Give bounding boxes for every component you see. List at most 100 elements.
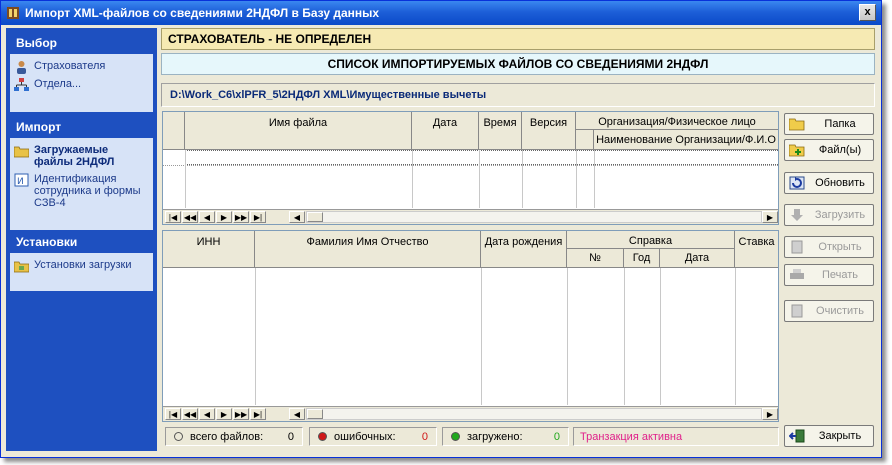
status-label: всего файлов: [190,431,264,443]
nav-first-button[interactable]: |◀ [165,408,181,420]
scroll-right-button[interactable]: ▶ [762,211,778,223]
button-label: Закрыть [818,430,862,442]
org-chart-icon [14,78,29,91]
printer-icon [790,269,804,279]
column-header-filename[interactable]: Имя файла [185,112,412,149]
nav-prev-page-button[interactable]: ◀◀ [182,408,198,420]
sidebar: Выбор Страхователя Отдела... Импорт Загр… [6,28,157,451]
neutral-dot-icon [174,432,183,441]
button-label: Папка [824,118,856,130]
load-button[interactable]: Загрузить [784,204,874,226]
button-label: Обновить [815,177,865,189]
column-header-birth-date[interactable]: Дата рождения [481,231,567,267]
folder-open-icon [789,118,805,131]
column-header-time[interactable]: Время [479,112,522,149]
sidebar-item-department[interactable]: Отдела... [10,76,153,94]
sidebar-item-files[interactable]: Загружаемые файлы 2НДФЛ [10,142,153,171]
files-grid[interactable]: Имя файла Дата Время Версия Организация/… [162,111,779,225]
row-indicator-header [163,112,185,149]
main-window: Импорт XML-файлов со сведениями 2НДФЛ в … [0,0,882,458]
horizontal-scrollbar[interactable] [306,408,762,420]
column-header-date[interactable]: Дата [412,112,479,149]
column-header-year[interactable]: Год [624,249,660,267]
column-header-spravka[interactable]: Справка [567,231,735,249]
transaction-text: Транзакция активна [580,431,683,443]
settings-folder-icon [14,261,29,273]
sidebar-item-label: Установки загрузки [34,259,132,271]
people-navigator: |◀ ◀◀ ◀ ▶ ▶▶ ▶| ◀ ▶ [163,406,778,421]
button-label: Загрузить [814,209,866,221]
status-label: загружено: [467,431,523,443]
people-grid[interactable]: ИНН Фамилия Имя Отчество Дата рождения С… [162,230,779,422]
button-label: Файл(ы) [818,144,862,156]
sidebar-group-title[interactable]: Выбор [10,32,153,54]
green-dot-icon [451,432,460,441]
nav-next-button[interactable]: ▶ [216,408,232,420]
sidebar-group-title[interactable]: Импорт [10,116,153,138]
column-header-version[interactable]: Версия [522,112,576,149]
folder-button[interactable]: Папка [784,113,874,135]
column-header-fio[interactable]: Фамилия Имя Отчество [255,231,481,267]
sidebar-group-title[interactable]: Установки [10,231,153,253]
app-icon [7,7,19,19]
column-header-org-group[interactable]: Организация/Физическое лицо [576,112,778,130]
path-display: D:\Work_C6\xlPFR_5\2НДФЛ XML\Имущественн… [161,83,875,107]
clear-document-icon [791,304,803,318]
sidebar-item-insurer[interactable]: Страхователя [10,58,153,76]
column-spacer [576,130,594,149]
grid-lines [185,150,595,208]
nav-next-button[interactable]: ▶ [216,211,232,223]
clear-button[interactable]: Очистить [784,300,874,322]
id-card-icon: И [14,173,29,187]
scroll-left-button[interactable]: ◀ [289,408,305,420]
nav-prev-page-button[interactable]: ◀◀ [182,211,198,223]
refresh-icon [789,176,805,190]
close-window-button[interactable]: x [859,4,876,21]
exit-door-icon [789,429,805,443]
sidebar-item-identification[interactable]: И Идентификация сотрудника и формы СЗВ-4 [10,171,153,212]
sidebar-item-label: Идентификация сотрудника и формы СЗВ-4 [34,173,141,209]
button-label: Открыть [818,241,862,253]
folder-add-icon [789,144,805,157]
print-button[interactable]: Печать [784,264,874,286]
column-header-rate[interactable]: Ставка [735,231,778,267]
column-header-inn[interactable]: ИНН [163,231,255,267]
folder-icon [14,146,29,158]
nav-last-button[interactable]: ▶| [250,211,266,223]
column-header-org-name[interactable]: Наименование Организации/Ф.И.О [594,130,778,149]
files-button[interactable]: Файл(ы) [784,139,874,161]
download-arrow-icon [791,209,803,221]
svg-text:И: И [17,177,24,187]
nav-prev-button[interactable]: ◀ [199,408,215,420]
nav-prev-button[interactable]: ◀ [199,211,215,223]
title-bar[interactable]: Импорт XML-файлов со сведениями 2НДФЛ в … [1,1,881,25]
nav-last-button[interactable]: ▶| [250,408,266,420]
files-navigator: |◀ ◀◀ ◀ ▶ ▶▶ ▶| ◀ ▶ [163,209,778,224]
nav-next-page-button[interactable]: ▶▶ [233,408,249,420]
open-button[interactable]: Открыть [784,236,874,258]
scrollbar-thumb[interactable] [307,212,323,222]
status-error-files: ошибочных: 0 [309,427,437,446]
nav-first-button[interactable]: |◀ [165,211,181,223]
column-header-spravka-date[interactable]: Дата [660,249,735,267]
window-title: Импорт XML-файлов со сведениями 2НДФЛ в … [25,6,380,20]
scrollbar-thumb[interactable] [307,409,323,419]
button-label: Печать [821,269,859,281]
sidebar-item-label: Страхователя [34,60,106,72]
sidebar-group-settings: Установки Установки загрузки [10,231,153,291]
column-header-number[interactable]: № [567,249,624,267]
scroll-right-button[interactable]: ▶ [762,408,778,420]
nav-next-page-button[interactable]: ▶▶ [233,211,249,223]
horizontal-scrollbar[interactable] [306,211,762,223]
person-icon [17,61,26,74]
scroll-left-button[interactable]: ◀ [289,211,305,223]
grid-lines [255,268,736,405]
sidebar-group-import: Импорт Загружаемые файлы 2НДФЛ И Идентиф… [10,116,153,230]
status-value: 0 [421,431,428,443]
status-value: 0 [287,431,294,443]
list-title: СПИСОК ИМПОРТИРУЕМЫХ ФАЙЛОВ СО СВЕДЕНИЯМ… [161,53,875,75]
refresh-button[interactable]: Обновить [784,172,874,194]
button-label: Очистить [816,305,864,317]
sidebar-item-load-settings[interactable]: Установки загрузки [10,257,153,275]
close-button[interactable]: Закрыть [784,425,874,447]
